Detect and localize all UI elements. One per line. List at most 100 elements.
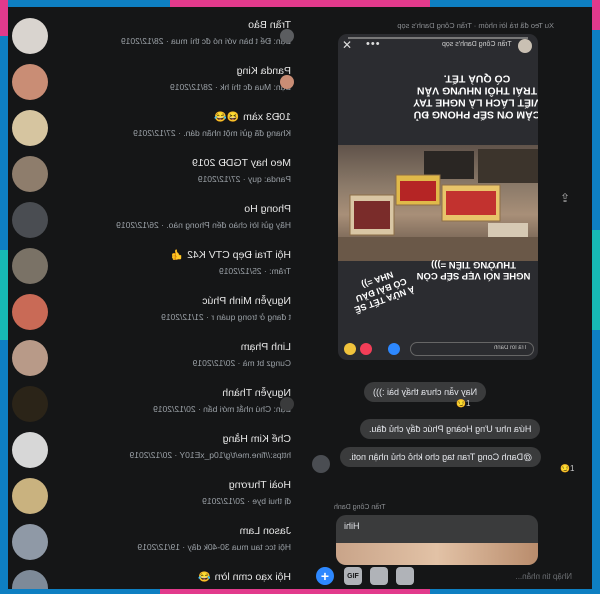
conversation-text: Hoài Thương đị thui bye · 20/12/2019 (56, 474, 291, 518)
preview-text: https://fine.me/t/g/10q_xE10Y (179, 450, 291, 460)
conversation-item[interactable]: 10Đ3 xàm😆😂 Khang đã gửi một nhãn dán. · 2… (8, 105, 306, 151)
conversation-preview: Panda: quy · 27/12/2019 (56, 174, 291, 184)
separator: · (203, 312, 212, 322)
conversation-text: Nguyễn Minh Phúc t đang ở trong quán r · … (56, 290, 291, 334)
reaction-count: 1 (569, 464, 575, 473)
separator: · (158, 220, 167, 230)
avatar (12, 432, 48, 468)
conversation-name: Hội xạo cmn lờn😂 (56, 571, 291, 583)
frame-top (170, 0, 430, 7)
timestamp: 26/12/2019 (116, 220, 159, 230)
sticker-icon[interactable] (370, 567, 388, 585)
separator: · (240, 174, 248, 184)
separator: · (244, 496, 253, 506)
story-reply-input[interactable]: Trả lời Danh (410, 342, 534, 356)
love-reaction-icon[interactable] (360, 343, 372, 355)
reaction-count: 1 (465, 399, 471, 408)
conversation-preview: Khang đã gửi một nhãn dán. · 27/12/2019 (56, 128, 291, 138)
conversation-item[interactable]: Nguyễn Thành Bạn: Chú nhắt mới bẩn · 20/1… (8, 381, 306, 427)
message-input[interactable]: Nhập tin nhắn... (422, 569, 586, 585)
conversation-item[interactable]: Hội xạo cmn lờn😂 (8, 565, 306, 589)
sender-label: Trần Công Danh (334, 504, 386, 511)
plus-icon[interactable]: + (316, 567, 334, 585)
separator: · (261, 266, 270, 276)
separator: · (195, 404, 204, 414)
conversation-preview: đị thui bye · 20/12/2019 (56, 496, 291, 506)
frame-right-accent (592, 0, 600, 30)
chat-header: Xu Teo đã trả lời nhóm · Trần Công Danh'… (397, 21, 554, 30)
timestamp: 21/12/2019 (161, 312, 204, 322)
conversation-list: Trần Bảo Bạn: Để t bàn với nó đc thì mua … (8, 7, 306, 589)
frame-left-accent (0, 0, 8, 36)
story-text-middle: Nghe nói vẹp sếp còn thưởng tiền =))) (416, 258, 531, 281)
conversation-text: Chế Kim Hằng https://fine.me/t/g/10q_xE10… (56, 428, 291, 472)
preview-text: Panda: quy (247, 174, 291, 184)
reaction-badge[interactable]: 😏1 (456, 399, 470, 408)
separator: · (163, 36, 172, 46)
preview-text: đị thui bye (252, 496, 291, 506)
preview-text: Hội tcc tau mua 30-40k dây (187, 542, 291, 552)
read-receipt-icon (280, 29, 294, 43)
conversation-item[interactable]: Phong Ho Hãy gửi lời chào đến Phong nào. … (8, 197, 306, 243)
story-reply-placeholder: Trả lời Danh (493, 345, 527, 351)
message-bubble[interactable]: @Danh Cong Tran tag cho khỏ chủ nhận not… (340, 447, 542, 467)
separator: · (179, 542, 188, 552)
share-icon[interactable]: ⇪ (560, 191, 574, 205)
photo-icon[interactable] (396, 567, 414, 585)
read-receipt-icon (280, 75, 294, 89)
attached-photo[interactable] (336, 543, 538, 565)
reaction-badge[interactable]: 😏1 (560, 464, 574, 473)
haha-reaction-icon[interactable] (344, 343, 356, 355)
close-icon[interactable]: ✕ (342, 38, 352, 52)
story-card[interactable]: ✕ ••• Trần Công Danh's sọp Cảm ơn sếp Ph… (338, 34, 538, 360)
conversation-preview: Bạn: Để t bàn với nó đc thì mua · 28/12/… (56, 36, 291, 46)
message-text: Nay vẫn chưa thấy bài :))) (373, 387, 478, 397)
conversation-item[interactable]: Linh Phạm Cungz bt mà · 20/12/2019 (8, 335, 306, 381)
like-reaction-icon[interactable] (388, 343, 400, 355)
gif-icon[interactable]: GIF (344, 567, 362, 585)
messenger-window: Trần Bảo Bạn: Để t bàn với nó đc thì mua … (8, 7, 592, 589)
more-icon[interactable]: ••• (366, 38, 381, 50)
conversation-item[interactable]: Trần Bảo Bạn: Để t bàn với nó đc thì mua … (8, 13, 306, 59)
story-user: Trần Công Danh's sọp (442, 41, 512, 48)
conversation-item[interactable]: Chế Kim Hằng https://fine.me/t/g/10q_xE10… (8, 427, 306, 473)
message-bubble[interactable]: Hihi (336, 515, 538, 565)
emoji-icon: 😆😂 (214, 112, 240, 123)
conversation-item[interactable]: Nguyễn Minh Phúc t đang ở trong quán r · … (8, 289, 306, 335)
avatar (12, 18, 48, 54)
separator: · (172, 450, 180, 460)
conversation-name-text: Hoài Thương (228, 479, 291, 491)
conversation-name-text: Linh Phạm (240, 341, 291, 353)
preview-text: Khang đã gửi một nhãn dán. (183, 128, 291, 138)
conversation-item[interactable]: Jason Lam Hội tcc tau mua 30-40k dây · 19… (8, 519, 306, 565)
reaction-emoji: 😏 (560, 464, 570, 473)
avatar (12, 202, 48, 238)
conversation-item[interactable]: Hội Trai Đẹp CTV K42👍 Trâm: · 25/12/2019 (8, 243, 306, 289)
timestamp: 25/12/2019 (219, 266, 262, 276)
timestamp: 27/12/2019 (197, 174, 241, 184)
story-text-bottom: À nửa Tết sẽ có bài đầu nha =)) (353, 269, 416, 315)
conversation-item[interactable]: Panda King Bạn: Mua đc thì hk · 28/12/201… (8, 59, 306, 105)
conversation-item[interactable]: Hoài Thương đị thui bye · 20/12/2019 (8, 473, 306, 519)
timestamp: 19/12/2019 (137, 542, 180, 552)
composer: + GIF Nhập tin nhắn... (306, 565, 592, 589)
preview-text: t đang ở trong quán r (211, 312, 291, 322)
conversation-name: Jason Lam (56, 525, 291, 537)
preview-text: Bạn: Để t bàn với nó đc thì mua (171, 36, 291, 46)
separator: · (212, 82, 221, 92)
preview-text: Bạn: Chú nhắt mới bẩn (203, 404, 291, 414)
conversation-name: Nguyễn Thành (56, 387, 291, 399)
timestamp: 20/12/2019 (192, 358, 236, 368)
message-bubble[interactable]: Hứa như Ưng Hoàng Phúc đẩy chủ đâu. (360, 419, 541, 439)
conversation-name-text: Nguyễn Minh Phúc (202, 295, 291, 307)
conversation-text: Phong Ho Hãy gửi lời chào đến Phong nào. … (56, 198, 291, 242)
emoji-icon: 👍 (170, 250, 184, 261)
conversation-item[interactable]: Meo hay TGDĐ 2019 Panda: quy · 27/12/2019 (8, 151, 306, 197)
conversation-text: Nguyễn Thành Bạn: Chú nhắt mới bẩn · 20/1… (56, 382, 291, 426)
message-text: @Danh Cong Tran tag cho khỏ chủ nhận not… (349, 452, 533, 462)
conversation-name-text: 10Đ3 xàm (243, 111, 291, 123)
timestamp: 20/12/2019 (129, 450, 173, 460)
avatar (12, 340, 48, 376)
preview-text: Cungz bt mà (242, 358, 291, 368)
avatar (12, 248, 48, 284)
